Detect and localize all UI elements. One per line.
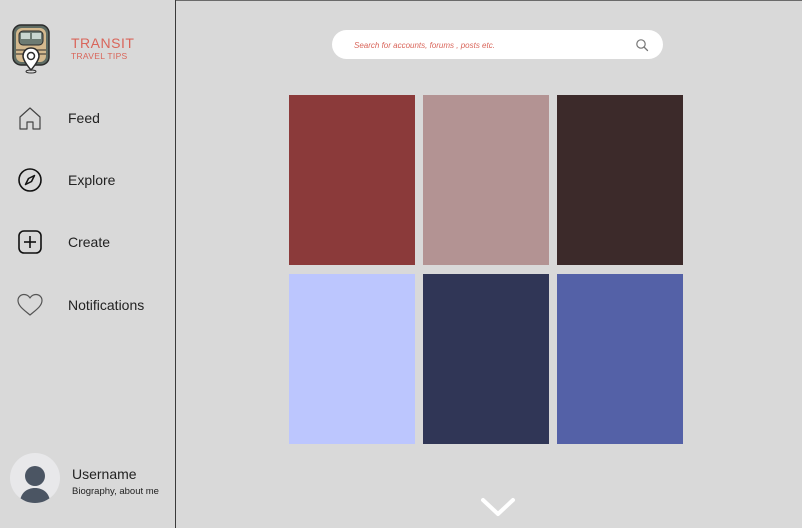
- brand-title: TRANSIT: [71, 35, 135, 51]
- plus-square-icon: [16, 228, 44, 256]
- sidebar: TRANSIT TRAVEL TIPS Feed Explore Create …: [0, 0, 176, 528]
- brand-subtitle: TRAVEL TIPS: [71, 51, 128, 61]
- chevron-down-icon[interactable]: [480, 495, 516, 519]
- post-tile[interactable]: [557, 95, 683, 265]
- search-icon[interactable]: [635, 38, 649, 52]
- post-tile[interactable]: [423, 274, 549, 444]
- post-tile[interactable]: [423, 95, 549, 265]
- sidebar-item-label: Notifications: [68, 297, 145, 313]
- heart-icon: [16, 291, 44, 319]
- transit-logo-icon: [12, 24, 50, 74]
- sidebar-item-label: Create: [68, 234, 111, 250]
- compass-icon: [16, 166, 44, 194]
- biography: Biography, about me: [72, 486, 159, 497]
- sidebar-item-notifications[interactable]: Notifications: [16, 290, 144, 320]
- username: Username: [72, 466, 137, 482]
- brand-text: TRANSIT TRAVEL TIPS: [71, 36, 134, 61]
- brand[interactable]: TRANSIT TRAVEL TIPS: [12, 24, 134, 74]
- sidebar-item-label: Explore: [68, 172, 116, 188]
- avatar: [10, 453, 60, 503]
- post-tile[interactable]: [289, 95, 415, 265]
- sidebar-item-label: Feed: [68, 110, 100, 126]
- search-bar[interactable]: [332, 30, 663, 59]
- sidebar-item-create[interactable]: Create: [16, 227, 110, 257]
- sidebar-item-feed[interactable]: Feed: [16, 103, 100, 133]
- post-tile[interactable]: [289, 274, 415, 444]
- user-avatar-icon: [20, 466, 50, 503]
- search-input[interactable]: [352, 36, 626, 55]
- home-icon: [16, 104, 44, 132]
- post-tile[interactable]: [557, 274, 683, 444]
- profile-card[interactable]: Username Biography, about me: [10, 453, 170, 503]
- sidebar-item-explore[interactable]: Explore: [16, 165, 115, 195]
